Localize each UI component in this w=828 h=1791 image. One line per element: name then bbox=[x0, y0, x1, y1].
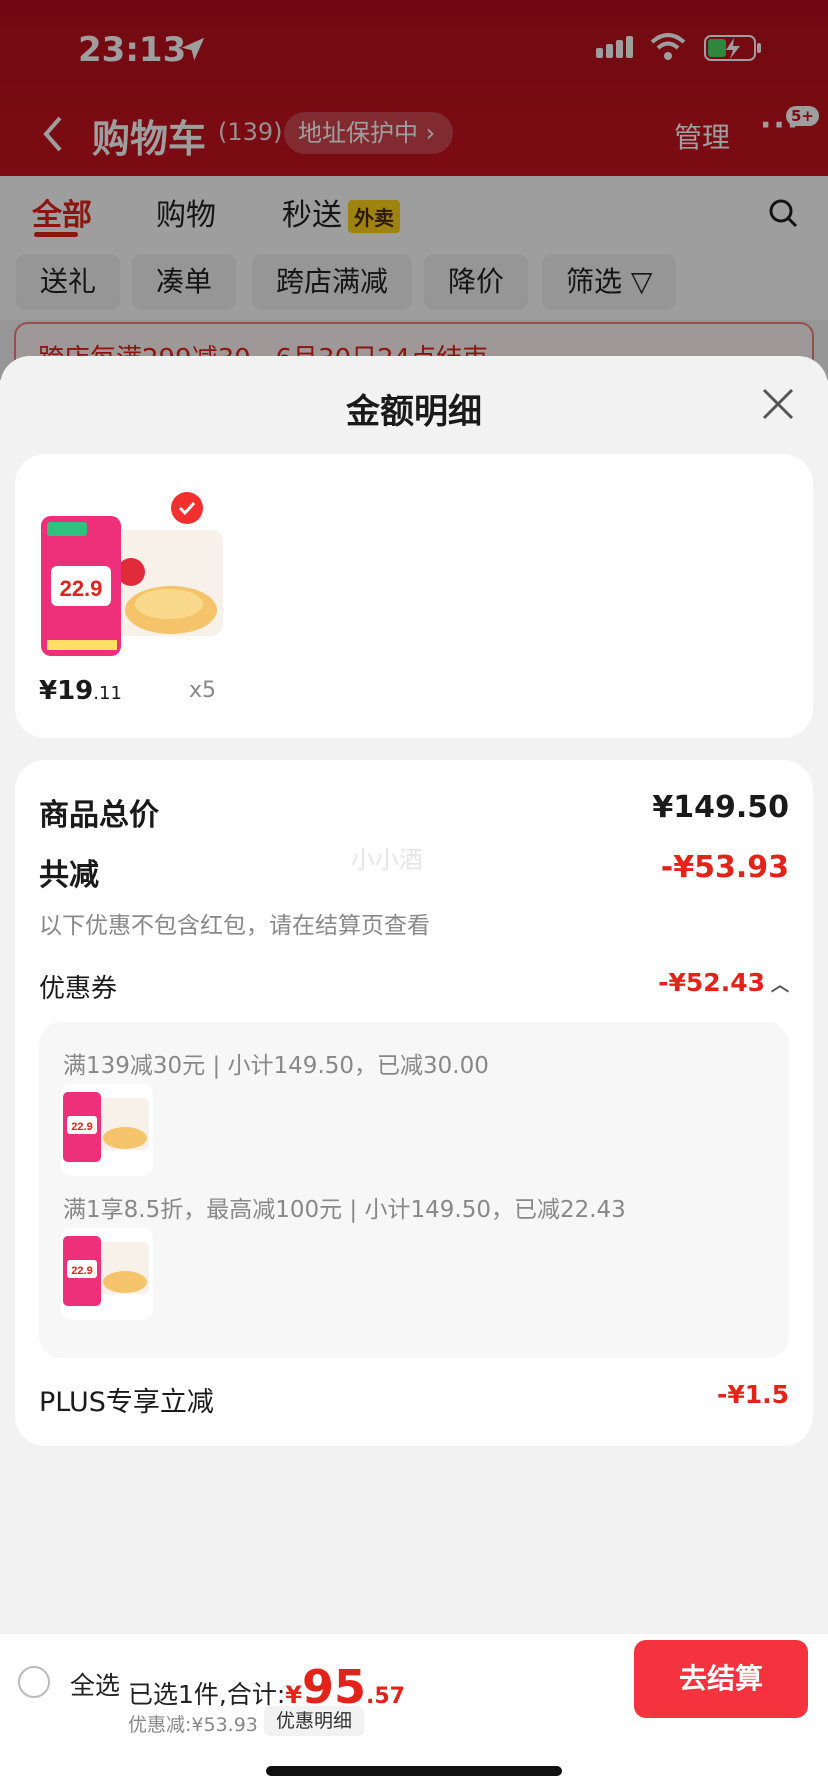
sheet-title: 金额明细 bbox=[346, 392, 482, 432]
coupon-product-thumb: 22.9 bbox=[61, 1228, 153, 1320]
svg-text:22.9: 22.9 bbox=[71, 1121, 92, 1133]
checkout-bar: 全选 已选1件,合计:¥95.57 优惠减:¥53.93 优惠明细 去结算 bbox=[0, 1634, 828, 1791]
reduction-note: 以下优惠不包含红包，请在结算页查看 bbox=[39, 913, 430, 939]
modal-overlay[interactable] bbox=[0, 0, 828, 380]
coupon-breakdown: 满139减30元 | 小计149.50，已减30.00 22.9 满1享8.5折… bbox=[39, 1022, 789, 1358]
checkout-button[interactable]: 去结算 bbox=[634, 1640, 808, 1718]
product-price-dec: .11 bbox=[93, 683, 122, 704]
amount-detail-card: 商品总价 ¥149.50 小小酒 共减 -¥53.93 以下优惠不包含红包，请在… bbox=[15, 760, 813, 1446]
product-price: ¥19.11 bbox=[39, 676, 122, 706]
watermark: 小小酒 bbox=[351, 846, 423, 874]
coupon-label: 优惠券 bbox=[39, 974, 118, 1004]
svg-text:22.9: 22.9 bbox=[60, 576, 103, 601]
product-quantity: x5 bbox=[189, 678, 217, 703]
selected-check-icon[interactable] bbox=[171, 492, 203, 524]
svg-text:22.9: 22.9 bbox=[71, 1265, 92, 1277]
total-price-label: 商品总价 bbox=[39, 798, 159, 833]
total-amount-dec: .57 bbox=[366, 1684, 405, 1709]
product-image[interactable]: 22.9 bbox=[41, 500, 227, 686]
total-reduction-label: 共减 bbox=[39, 858, 99, 893]
summary-label: 已选1件,合计: bbox=[128, 1680, 286, 1709]
plus-discount-value: -¥1.5 bbox=[716, 1380, 789, 1409]
total-currency: ¥ bbox=[285, 1681, 302, 1709]
select-all-label[interactable]: 全选 bbox=[70, 1666, 120, 1702]
total-price-value: ¥149.50 bbox=[652, 790, 789, 825]
coupon-value: -¥52.43 bbox=[658, 968, 765, 997]
discount-summary: 优惠减:¥53.93 bbox=[128, 1714, 258, 1736]
coupon-rule-2: 满1享8.5折，最高减100元 | 小计149.50，已减22.43 bbox=[63, 1197, 626, 1223]
coupon-rule-1: 满139减30元 | 小计149.50，已减30.00 bbox=[63, 1053, 489, 1079]
plus-discount-label: PLUS专享立减 bbox=[39, 1387, 214, 1418]
close-icon[interactable] bbox=[760, 386, 796, 422]
coupon-toggle[interactable]: -¥52.43 ︿ bbox=[658, 968, 789, 997]
chevron-up-icon: ︿ bbox=[771, 975, 789, 996]
product-price-int: ¥19 bbox=[39, 676, 94, 706]
coupon-product-thumb: 22.9 bbox=[61, 1084, 153, 1176]
home-indicator bbox=[266, 1766, 562, 1776]
amount-detail-sheet: 金额明细 22.9 ¥19.11 x5 商品总价 ¥149.50 小小酒 共减 … bbox=[0, 356, 828, 1636]
product-card: 22.9 ¥19.11 x5 bbox=[15, 454, 813, 738]
total-reduction-value: -¥53.93 bbox=[660, 850, 789, 885]
select-all-checkbox[interactable] bbox=[18, 1666, 50, 1698]
discount-detail-button[interactable]: 优惠明细 bbox=[264, 1706, 365, 1736]
